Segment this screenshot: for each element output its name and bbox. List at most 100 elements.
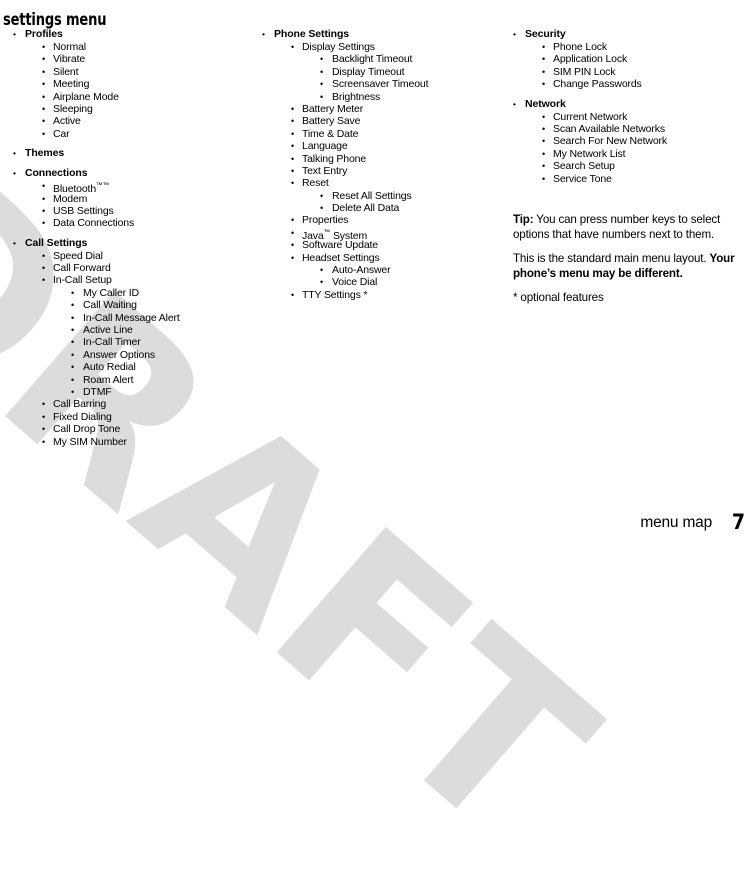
menu-group-row[interactable]: • Themes <box>9 147 259 160</box>
menu-item-row[interactable]: • Headset Settings <box>258 252 504 264</box>
menu-item-row[interactable]: • Airplane Mode <box>9 91 259 103</box>
menu-item-row[interactable]: • DTMF <box>9 386 259 398</box>
menu-item-row[interactable]: • Fixed Dialing <box>9 411 259 423</box>
menu-item-row[interactable]: • Application Lock <box>509 53 747 65</box>
bullet-icon: • <box>320 54 324 65</box>
menu-item-row[interactable]: • Vibrate <box>9 53 259 65</box>
menu-item-row[interactable]: • Backlight Timeout <box>258 53 504 65</box>
bullet-icon: • <box>291 116 295 127</box>
bullet-icon: • <box>513 29 516 39</box>
menu-item-row[interactable]: • Auto Redial <box>9 361 259 373</box>
menu-item-label: Car <box>53 127 70 140</box>
menu-item-row[interactable]: • Speed Dial <box>9 250 259 262</box>
menu-item-row[interactable]: • My Caller ID <box>9 287 259 299</box>
page-root: settings menu • Profiles • Normal • Vibrate • S… <box>0 0 748 542</box>
bullet-icon: • <box>42 275 46 286</box>
menu-item-row[interactable]: • Active Line <box>9 324 259 336</box>
bullet-icon: • <box>42 399 46 410</box>
bullet-icon: • <box>71 362 75 373</box>
menu-item-row[interactable]: • Normal <box>9 41 259 53</box>
menu-item-row[interactable]: • Sleeping <box>9 103 259 115</box>
menu-item-row[interactable]: • Search Setup <box>509 160 747 172</box>
menu-item-row[interactable]: • Screensaver Timeout <box>258 78 504 90</box>
menu-item-row[interactable]: • Auto-Answer <box>258 264 504 276</box>
page-footer: menu map 7 <box>0 507 748 534</box>
menu-item-row[interactable]: • Active <box>9 115 259 127</box>
menu-item-row[interactable]: • Battery Meter <box>258 103 504 115</box>
menu-item-label: Headset Settings <box>302 251 380 264</box>
menu-item-row[interactable]: • Car <box>9 128 259 140</box>
menu-group-row[interactable]: • Profiles <box>9 28 259 41</box>
menu-group-row[interactable]: • Call Settings <box>9 237 259 250</box>
menu-item-row[interactable]: • Scan Available Networks <box>509 123 747 135</box>
bullet-icon: • <box>320 91 324 102</box>
menu-item-row[interactable]: • In-Call Timer <box>9 336 259 348</box>
bullet-icon: • <box>42 218 46 229</box>
menu-group-row[interactable]: • Security <box>509 28 747 41</box>
bullet-icon: • <box>13 168 16 179</box>
menu-item-row[interactable]: • My SIM Number <box>9 436 259 448</box>
menu-item-row[interactable]: • Call Waiting <box>9 299 259 311</box>
menu-item-row[interactable]: • Call Forward <box>9 262 259 274</box>
menu-item-row[interactable]: • Call Barring <box>9 398 259 410</box>
menu-item-row[interactable]: • Phone Lock <box>509 41 747 53</box>
bullet-icon: • <box>71 287 75 298</box>
menu-item-label: Auto Redial <box>83 361 136 374</box>
menu-item-row[interactable]: • Data Connections <box>9 217 259 229</box>
menu-item-label: Sleeping <box>53 102 93 115</box>
menu-item-row[interactable]: • Current Network <box>509 111 747 123</box>
menu-item-label: Screensaver Timeout <box>332 78 429 91</box>
menu-item-row[interactable]: • Answer Options <box>9 349 259 361</box>
menu-item-row[interactable]: • Bluetooth™™ <box>9 180 259 195</box>
menu-item-label: Call Forward <box>53 262 111 275</box>
menu-item-label: Properties <box>302 214 349 227</box>
menu-item-row[interactable]: • Time & Date <box>258 128 504 140</box>
bullet-icon: • <box>542 173 546 184</box>
menu-item-label: Change Passwords <box>553 78 642 91</box>
menu-item-row[interactable]: • Battery Save <box>258 115 504 127</box>
menu-item-row[interactable]: • Service Tone <box>509 173 747 185</box>
menu-item-row[interactable]: • Display Timeout <box>258 66 504 78</box>
menu-item-row[interactable]: • Reset <box>258 177 504 189</box>
menu-item-row[interactable]: • Meeting <box>9 78 259 90</box>
menu-item-row[interactable]: • Language <box>258 140 504 152</box>
menu-item-row[interactable]: • Silent <box>9 66 259 78</box>
bullet-icon: • <box>42 424 46 435</box>
bullet-icon: • <box>42 411 46 422</box>
menu-item-label: Meeting <box>53 78 90 91</box>
menu-item-row[interactable]: • Talking Phone <box>258 153 504 165</box>
menu-item-row[interactable]: • My Network List <box>509 148 747 160</box>
bullet-icon: • <box>42 193 46 204</box>
menu-group-row[interactable]: • Network <box>509 98 747 111</box>
menu-item-row[interactable]: • Delete All Data <box>258 202 504 214</box>
menu-item-row[interactable]: • Reset All Settings <box>258 190 504 202</box>
menu-item-row[interactable]: • SIM PIN Lock <box>509 66 747 78</box>
menu-item-row[interactable]: • Text Entry <box>258 165 504 177</box>
menu-item-row[interactable]: • Display Settings <box>258 41 504 53</box>
menu-item-row[interactable]: • Properties <box>258 214 504 226</box>
menu-item-label: Display Timeout <box>332 65 405 78</box>
menu-group-spacer <box>9 140 259 147</box>
menu-item-row[interactable]: • Java™ System <box>258 227 504 242</box>
menu-item-label: Phone Settings <box>274 28 350 40</box>
menu-item-row[interactable]: • In-Call Message Alert <box>9 312 259 324</box>
menu-group-row[interactable]: • Phone Settings <box>258 28 504 41</box>
bullet-icon: • <box>291 215 295 226</box>
menu-item-row[interactable]: • Change Passwords <box>509 78 747 90</box>
bullet-icon: • <box>542 123 546 134</box>
menu-item-row[interactable]: • Software Update <box>258 239 504 251</box>
bullet-icon: • <box>71 300 75 311</box>
menu-item-row[interactable]: • TTY Settings * <box>258 289 504 301</box>
menu-item-row[interactable]: • Call Drop Tone <box>9 423 259 435</box>
menu-group-row[interactable]: • Connections <box>9 167 259 180</box>
menu-item-row[interactable]: • USB Settings <box>9 205 259 217</box>
layout-note-plain: This is the standard main menu layout. <box>513 252 710 266</box>
menu-item-row[interactable]: • In-Call Setup <box>9 274 259 286</box>
bullet-icon: • <box>291 42 295 52</box>
menu-item-row[interactable]: • Voice Dial <box>258 276 504 288</box>
menu-item-row[interactable]: • Roam Alert <box>9 374 259 386</box>
menu-item-row[interactable]: • Brightness <box>258 91 504 103</box>
menu-item-row[interactable]: • Search For New Network <box>509 135 747 147</box>
menu-item-row[interactable]: • Modem <box>9 193 259 205</box>
menu-item-label: Display Settings <box>302 41 375 53</box>
